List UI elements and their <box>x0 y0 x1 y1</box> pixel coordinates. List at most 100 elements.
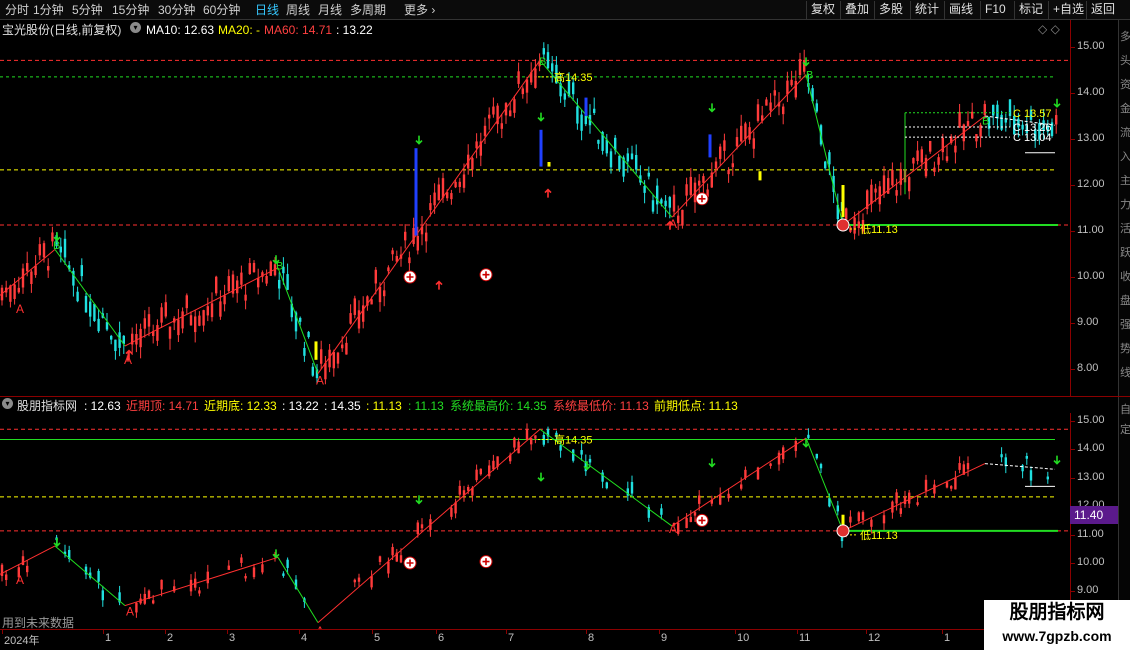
candle-body <box>656 185 659 205</box>
date-tick-label: 3 <box>229 632 236 644</box>
candle-body <box>286 559 289 568</box>
date-tick-label: 9 <box>661 632 668 644</box>
candle-body <box>534 68 537 88</box>
panel-divider <box>0 396 1130 397</box>
toolbar-button-4[interactable]: 画线 <box>944 1 977 19</box>
candle-body <box>404 231 407 241</box>
candle-body <box>899 169 902 185</box>
highlight-bar <box>708 134 712 158</box>
candle-body <box>143 318 146 329</box>
toolbar-button-3[interactable]: 统计 <box>910 1 943 19</box>
candle-body <box>605 139 608 154</box>
toolbar-button-0[interactable]: 复权 <box>806 1 839 19</box>
timeframe-tab-8[interactable]: 月线 <box>318 2 342 18</box>
main-axis-tick <box>1071 277 1075 278</box>
candle-body <box>269 261 272 276</box>
date-tick-label: 5 <box>374 632 381 644</box>
candle-body <box>299 317 302 322</box>
sub-axis-tick <box>1071 477 1075 479</box>
candle-body <box>525 79 529 93</box>
toolbar-button-5[interactable]: F10 <box>980 1 1010 19</box>
candle-body <box>219 301 222 317</box>
candle-body <box>727 493 730 499</box>
candle-body <box>769 102 772 111</box>
timeframe-tab-5[interactable]: 60分钟 <box>203 2 240 18</box>
buy-signal-label: B <box>539 56 546 68</box>
candle-body <box>370 299 373 305</box>
sub-axis-tick <box>1071 563 1075 564</box>
candle-body <box>240 272 243 285</box>
candle-body <box>353 298 356 315</box>
candle-body <box>853 217 856 234</box>
candle-body <box>798 59 802 75</box>
timeframe-tab-6[interactable]: 日线 <box>255 2 279 18</box>
highlight-bar <box>584 97 588 116</box>
toolbar-button-8[interactable]: 返回 <box>1086 1 1119 19</box>
candle-body <box>509 110 512 117</box>
timeframe-tab-3[interactable]: 15分钟 <box>112 2 149 18</box>
down-arrow-icon <box>1053 98 1061 108</box>
toolbar-button-6[interactable]: 标记 <box>1014 1 1047 19</box>
main-axis-tick <box>1071 139 1075 140</box>
candle-body <box>933 167 936 172</box>
zigzag-segment <box>671 437 807 527</box>
date-tick <box>227 630 228 634</box>
zigzag-segment <box>54 545 126 606</box>
candle-body <box>773 90 776 96</box>
side-strip-char: 强 <box>1120 319 1130 331</box>
timeframe-tab-0[interactable]: 分时 <box>5 2 29 18</box>
candle-body <box>916 502 919 505</box>
candle-body <box>332 352 335 369</box>
candle-body <box>416 235 419 251</box>
indicator-chart[interactable]: AAAA高14.35低11.13 <box>0 413 1070 629</box>
candle-body <box>580 450 583 455</box>
sub-settings-icon[interactable]: ▾ <box>2 398 13 409</box>
timeframe-tab-4[interactable]: 30分钟 <box>158 2 195 18</box>
timeframe-tab-2[interactable]: 5分钟 <box>72 2 103 18</box>
zigzag-segment <box>671 74 807 218</box>
candle-body <box>240 557 243 563</box>
candle-body <box>551 63 554 72</box>
candle-body <box>756 104 760 121</box>
candle-body <box>983 104 986 115</box>
candle-body <box>513 99 516 113</box>
main-axis-tick <box>1071 93 1075 94</box>
sub-axis-label: 11.00 <box>1077 527 1104 540</box>
timeframe-tab-10[interactable]: 更多 › <box>404 2 435 18</box>
candle-body <box>895 190 898 196</box>
side-strip-char: 资 <box>1120 79 1130 91</box>
candle-body <box>517 71 520 84</box>
toolbar-button-1[interactable]: 叠加 <box>840 1 873 19</box>
candle-body <box>945 482 949 488</box>
zigzag-segment <box>54 249 126 347</box>
down-arrow-icon <box>708 103 716 113</box>
candle-body <box>261 564 264 573</box>
timeframe-tab-7[interactable]: 周线 <box>286 2 310 18</box>
toolbar-button-7[interactable]: +自选 <box>1048 1 1088 19</box>
indicator-name[interactable]: 股朋指标网 <box>17 398 77 414</box>
side-strip-char: 入 <box>1120 151 1130 163</box>
watermark-url: www.7gpzb.com <box>1002 628 1112 644</box>
candle-body <box>177 319 180 336</box>
candle-body <box>265 275 268 284</box>
candle-body <box>114 339 117 352</box>
main-chart[interactable]: AAAABBBBB高14.35低11.13C 13.57C 13.26C 13.… <box>0 20 1070 396</box>
candle-body <box>47 266 50 271</box>
candle-body <box>206 571 209 584</box>
candle-body <box>97 318 100 332</box>
candle-body <box>954 145 957 153</box>
date-tick <box>866 630 867 634</box>
timeframe-tab-9[interactable]: 多周期 <box>350 2 386 18</box>
timeframe-tab-1[interactable]: 1分钟 <box>33 2 64 18</box>
candle-body <box>937 157 940 165</box>
candle-body <box>248 263 251 275</box>
main-axis-label: 10.00 <box>1077 270 1105 282</box>
candle-body <box>681 209 684 226</box>
date-tick-label: 10 <box>737 632 750 644</box>
down-arrow-icon <box>537 112 545 122</box>
candle-body <box>1029 470 1033 481</box>
candle-body <box>282 573 285 576</box>
candle-body <box>1025 456 1028 459</box>
toolbar-button-2[interactable]: 多股 <box>874 1 907 19</box>
sell-signal-label: A <box>316 374 324 388</box>
